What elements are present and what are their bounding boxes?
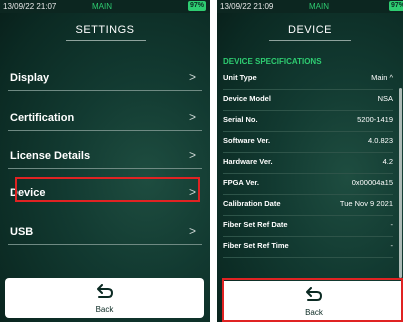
title-underline [269, 40, 351, 41]
status-bar: 13/09/22 21:09 MAIN 97% [217, 0, 403, 13]
page-title: SETTINGS [75, 24, 135, 36]
divider [8, 244, 202, 245]
divider [8, 90, 202, 91]
menu-item-label: Display [10, 72, 50, 84]
spec-value: Tue Nov 9 2021 [339, 199, 393, 208]
menu-item-display[interactable]: Display > [8, 68, 202, 91]
spec-value: 4.2 [382, 157, 393, 166]
battery-indicator: 97% [388, 1, 403, 11]
spec-row-software-ver: Software Ver. 4.0.823 [223, 131, 393, 153]
back-label: Back [95, 305, 114, 314]
section-heading: DEVICE SPECIFICATIONS [223, 57, 322, 66]
divider [223, 257, 393, 258]
menu-item-license-details[interactable]: License Details > [8, 146, 202, 169]
spec-key: Fiber Set Ref Date [223, 220, 288, 229]
status-bar: 13/09/22 21:07 MAIN 97% [0, 0, 210, 13]
spec-row-unit-type: Unit Type Main ^ [223, 68, 393, 90]
menu-item-certification[interactable]: Certification > [8, 108, 202, 131]
status-time: 13/09/22 21:09 [220, 2, 274, 11]
spec-row-hardware-ver: Hardware Ver. 4.2 [223, 152, 393, 174]
page-title: DEVICE [288, 24, 332, 36]
spec-key: Device Model [223, 94, 271, 103]
device-screen: 13/09/22 21:09 MAIN 97% DEVICE DEVICE SP… [217, 0, 403, 322]
chevron-right-icon: > [188, 224, 196, 238]
highlight-box [15, 177, 200, 202]
chevron-right-icon: > [188, 148, 196, 162]
status-mode: MAIN [309, 2, 329, 11]
spec-key: Calibration Date [223, 199, 281, 208]
spec-value: NSA [377, 94, 393, 103]
status-mode: MAIN [92, 2, 112, 11]
battery-indicator: 97% [187, 1, 206, 11]
back-button[interactable]: Back [5, 278, 204, 318]
spec-value: 0x00004a15 [351, 178, 393, 187]
back-arrow-icon [96, 284, 113, 298]
spec-row-fiber-set-ref-time: Fiber Set Ref Time - [223, 236, 393, 258]
spec-row-serial-no: Serial No. 5200-1419 [223, 110, 393, 132]
spec-key: FPGA Ver. [223, 178, 259, 187]
spec-key: Serial No. [223, 115, 258, 124]
spec-value: - [390, 220, 394, 229]
spec-row-calibration-date: Calibration Date Tue Nov 9 2021 [223, 194, 393, 216]
menu-item-label: License Details [10, 150, 91, 162]
spec-key: Hardware Ver. [223, 157, 273, 166]
scrollbar[interactable] [399, 88, 402, 278]
spec-value[interactable]: Main ^ [371, 73, 393, 82]
chevron-right-icon: > [188, 110, 196, 124]
spec-row-device-model: Device Model NSA [223, 89, 393, 111]
menu-item-label: Certification [10, 112, 75, 124]
settings-screen: 13/09/22 21:07 MAIN 97% SETTINGS Display… [0, 0, 210, 322]
divider [8, 130, 202, 131]
highlight-box [222, 278, 403, 322]
menu-item-label: USB [10, 226, 34, 238]
spec-key: Fiber Set Ref Time [223, 241, 289, 250]
spec-row-fiber-set-ref-date: Fiber Set Ref Date - [223, 215, 393, 237]
spec-key: Software Ver. [223, 136, 271, 145]
chevron-right-icon: > [188, 70, 196, 84]
status-time: 13/09/22 21:07 [3, 2, 57, 11]
divider [8, 168, 202, 169]
title-underline [66, 40, 146, 41]
menu-item-usb[interactable]: USB > [8, 222, 202, 245]
spec-key: Unit Type [223, 73, 257, 82]
spec-value: 5200-1419 [357, 115, 393, 124]
spec-row-fpga-ver: FPGA Ver. 0x00004a15 [223, 173, 393, 195]
spec-value: - [390, 241, 394, 250]
spec-value: 4.0.823 [367, 136, 393, 145]
